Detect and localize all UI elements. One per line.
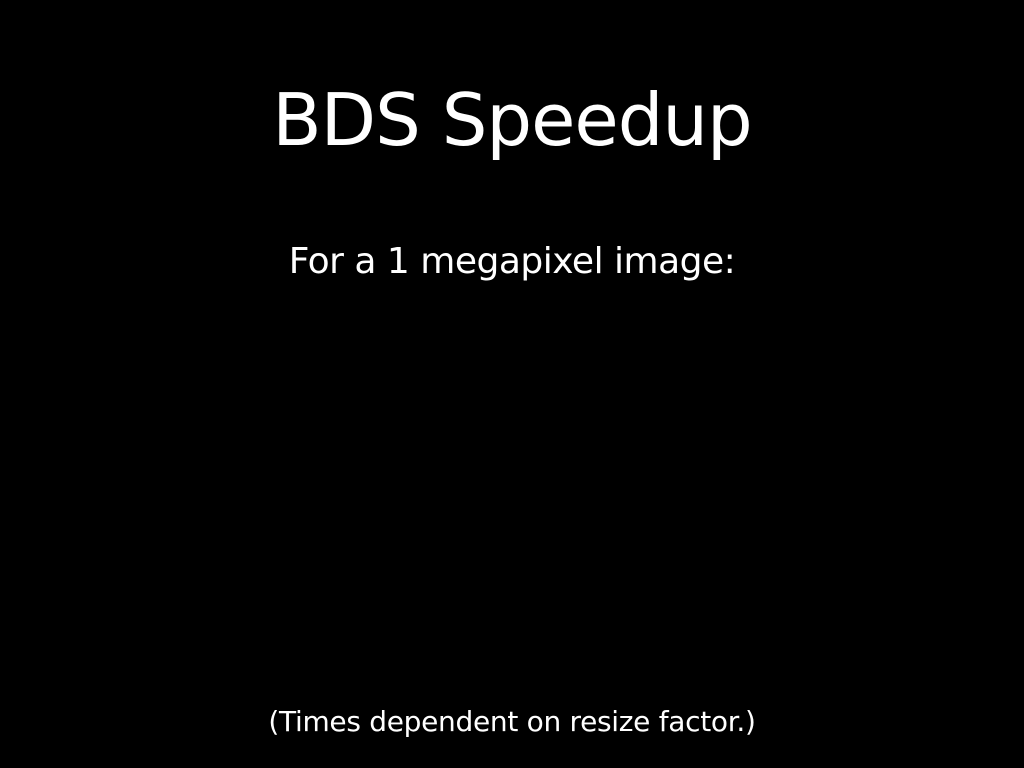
slide-subtitle: For a 1 megapixel image:: [288, 241, 736, 282]
slide: BDS Speedup For a 1 megapixel image: (Ti…: [0, 0, 1024, 768]
slide-title: BDS Speedup: [272, 78, 752, 162]
slide-footnote: (Times dependent on resize factor.): [268, 705, 756, 738]
